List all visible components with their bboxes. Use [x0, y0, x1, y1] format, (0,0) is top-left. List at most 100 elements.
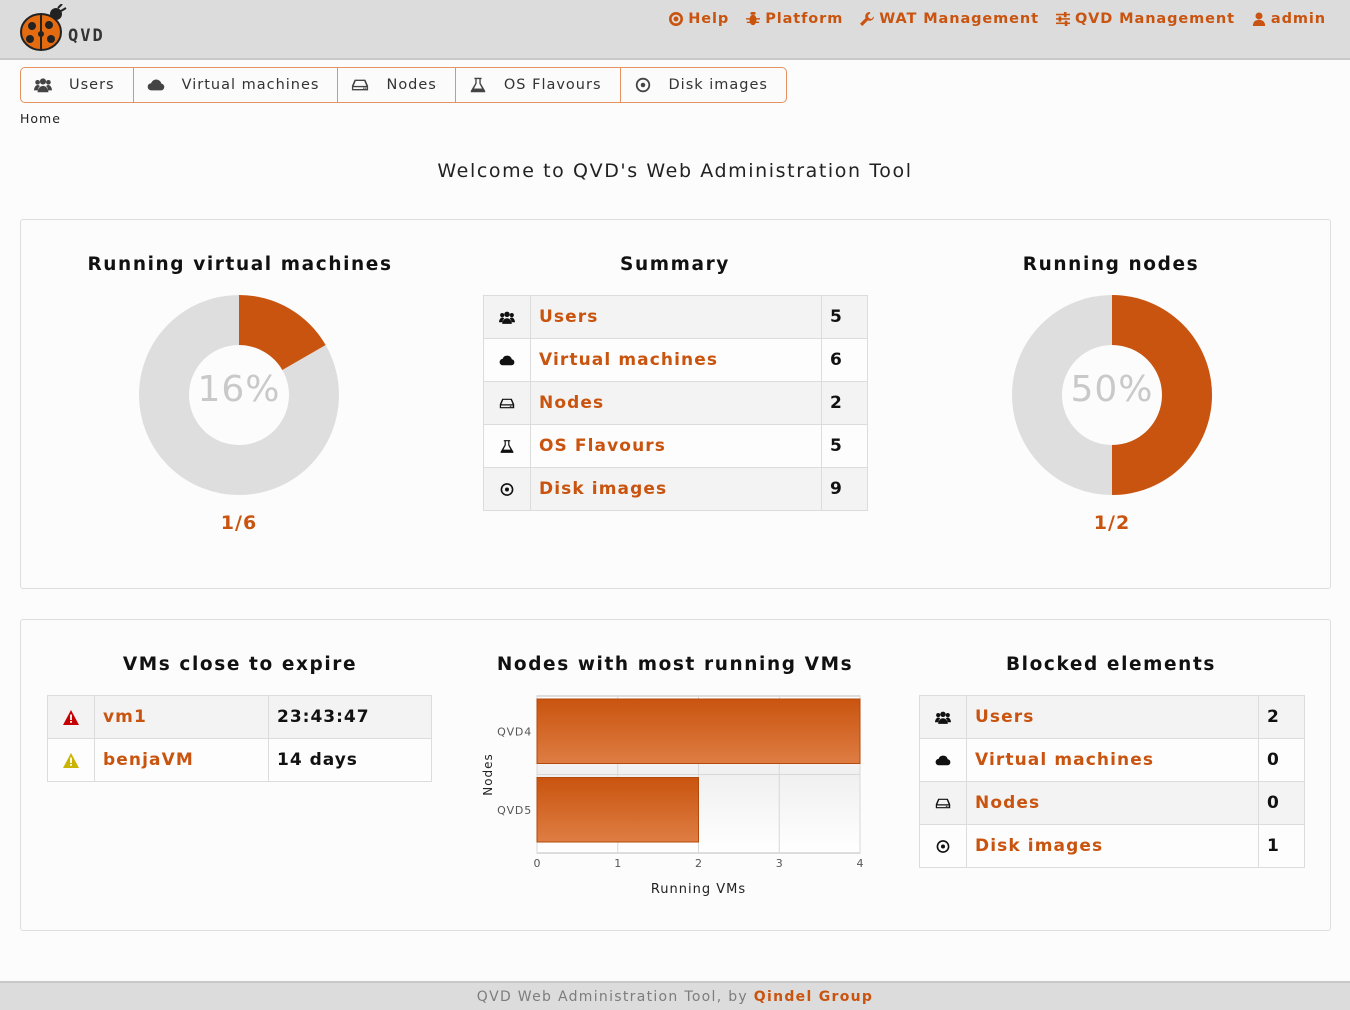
- top-menu: Help Platform WAT Management QVD Managem…: [669, 11, 1326, 27]
- summary-row-users: Users 5: [483, 295, 868, 339]
- running-nodes-donut[interactable]: 50%: [1011, 294, 1213, 496]
- warning-yellow-icon: [63, 752, 79, 768]
- tab-users-label: Users: [69, 77, 115, 93]
- running-nodes-percent: 50%: [1070, 369, 1154, 410]
- expire-row-benjavm: benjaVM 14 days: [47, 738, 432, 782]
- y-tick-label: QVD4: [497, 725, 532, 738]
- disk-icon: [635, 77, 650, 93]
- menu-help[interactable]: Help: [669, 11, 729, 27]
- hdd-icon: [352, 79, 369, 91]
- tab-disk-images-label: Disk images: [668, 77, 768, 93]
- summary-title: Summary: [620, 254, 730, 275]
- expire-row-vm1: vm1 23:43:47: [47, 695, 432, 739]
- menu-platform-label: Platform: [765, 11, 844, 27]
- tab-disk-images[interactable]: Disk images: [621, 68, 786, 102]
- cloud-icon: [147, 79, 164, 91]
- users-icon: [499, 311, 515, 324]
- summary-row-disk-images: Disk images 9: [483, 467, 868, 511]
- summary-os-flavours-count: 5: [821, 424, 868, 468]
- hdd-icon: [499, 398, 515, 408]
- blocked-users-count: 2: [1258, 695, 1305, 739]
- nodes-chart-title: Nodes with most running VMs: [496, 654, 854, 675]
- qvd-logo[interactable]: QVD: [18, 3, 128, 54]
- users-icon: [935, 711, 951, 724]
- main-tabs: Users Virtual machines Nodes OS Flavours…: [20, 67, 787, 103]
- blocked-virtual-machines-link[interactable]: Virtual machines: [966, 738, 1259, 782]
- blocked-nodes-count: 0: [1258, 781, 1305, 825]
- tab-nodes-label: Nodes: [386, 77, 437, 93]
- x-tick-label: 2: [695, 857, 702, 870]
- summary-virtual-machines-count: 6: [821, 338, 868, 382]
- running-nodes-fraction[interactable]: 1/2: [1011, 512, 1213, 534]
- disk-icon: [500, 482, 514, 496]
- tab-nodes[interactable]: Nodes: [338, 68, 456, 102]
- tab-os-flavours[interactable]: OS Flavours: [456, 68, 621, 102]
- menu-admin-label: admin: [1270, 11, 1326, 27]
- disk-icon: [936, 839, 950, 853]
- running-vms-title: Running virtual machines: [87, 254, 393, 275]
- summary-disk-images-count: 9: [821, 467, 868, 511]
- x-axis-label: Running VMs: [651, 882, 746, 897]
- bug-icon: [746, 12, 761, 26]
- tab-virtual-machines-label: Virtual machines: [181, 77, 320, 93]
- blocked-row-nodes: Nodes 0: [919, 781, 1305, 825]
- blocked-table: Users 2 Virtual machines 0 Nodes 0 Disk …: [919, 695, 1305, 868]
- nodes-bar-chart: 0 1 2 3 4 QVD4 QVD5Nodes Running VMs: [481, 695, 864, 897]
- blocked-virtual-machines-count: 0: [1258, 738, 1305, 782]
- summary-table: Users 5 Virtual machines 6 Nodes 2 OS Fl…: [483, 295, 868, 511]
- blocked-row-disk-images: Disk images 1: [919, 824, 1305, 868]
- breadcrumb: Home: [20, 111, 61, 126]
- y-axis-label: Nodes: [481, 753, 495, 796]
- page-title: Welcome to QVD's Web Administration Tool: [437, 160, 913, 182]
- summary-virtual-machines-link[interactable]: Virtual machines: [530, 338, 822, 382]
- menu-qvd-management[interactable]: QVD Management: [1055, 11, 1235, 27]
- running-vms-donut[interactable]: 16%: [138, 294, 340, 496]
- expire-benjavm-time: 14 days: [268, 738, 432, 782]
- summary-nodes-link[interactable]: Nodes: [530, 381, 822, 425]
- summary-nodes-count: 2: [821, 381, 868, 425]
- expire-benjavm-link[interactable]: benjaVM: [94, 738, 269, 782]
- blocked-users-link[interactable]: Users: [966, 695, 1259, 739]
- tab-virtual-machines[interactable]: Virtual machines: [134, 68, 339, 102]
- expire-vm1-time: 23:43:47: [268, 695, 432, 739]
- tab-os-flavours-label: OS Flavours: [503, 77, 602, 93]
- blocked-title: Blocked elements: [1005, 654, 1217, 675]
- summary-users-link[interactable]: Users: [530, 295, 822, 339]
- x-tick-label: 0: [534, 857, 541, 870]
- running-vms-percent: 16%: [197, 369, 281, 410]
- bar-qvd4: [536, 698, 861, 764]
- users-icon: [34, 78, 52, 93]
- wrench-icon: [860, 12, 875, 26]
- y-tick-label: QVD5: [497, 804, 532, 817]
- x-tick-label: 3: [776, 857, 783, 870]
- x-tick-label: 1: [614, 857, 621, 870]
- running-vms-fraction[interactable]: 1/6: [138, 512, 340, 534]
- menu-admin[interactable]: admin: [1252, 11, 1326, 27]
- blocked-row-users: Users 2: [919, 695, 1305, 739]
- warning-red-icon: [63, 709, 79, 725]
- footer-brand-link[interactable]: Qindel Group: [754, 989, 873, 1005]
- summary-row-os-flavours: OS Flavours 5: [483, 424, 868, 468]
- footer: QVD Web Administration Tool, by Qindel G…: [0, 981, 1350, 1010]
- bar-qvd5: [536, 777, 699, 843]
- expire-vm1-link[interactable]: vm1: [94, 695, 269, 739]
- menu-qvd-management-label: QVD Management: [1074, 11, 1235, 27]
- blocked-nodes-link[interactable]: Nodes: [966, 781, 1259, 825]
- menu-help-label: Help: [688, 11, 730, 27]
- cloud-icon: [935, 755, 951, 765]
- ladybug-logo-icon: [20, 3, 67, 51]
- blocked-row-virtual-machines: Virtual machines 0: [919, 738, 1305, 782]
- blocked-disk-images-link[interactable]: Disk images: [966, 824, 1259, 868]
- menu-wat-management[interactable]: WAT Management: [860, 11, 1039, 27]
- menu-wat-management-label: WAT Management: [879, 11, 1039, 27]
- x-tick-label: 4: [857, 857, 864, 870]
- summary-disk-images-link[interactable]: Disk images: [530, 467, 822, 511]
- running-nodes-title: Running nodes: [1022, 254, 1200, 275]
- menu-platform[interactable]: Platform: [746, 11, 843, 27]
- tab-users[interactable]: Users: [21, 68, 134, 102]
- footer-text: QVD Web Administration Tool, by: [476, 989, 749, 1005]
- summary-os-flavours-link[interactable]: OS Flavours: [530, 424, 822, 468]
- cloud-icon: [499, 355, 515, 365]
- summary-row-virtual-machines: Virtual machines 6: [483, 338, 868, 382]
- help-icon: [669, 12, 684, 26]
